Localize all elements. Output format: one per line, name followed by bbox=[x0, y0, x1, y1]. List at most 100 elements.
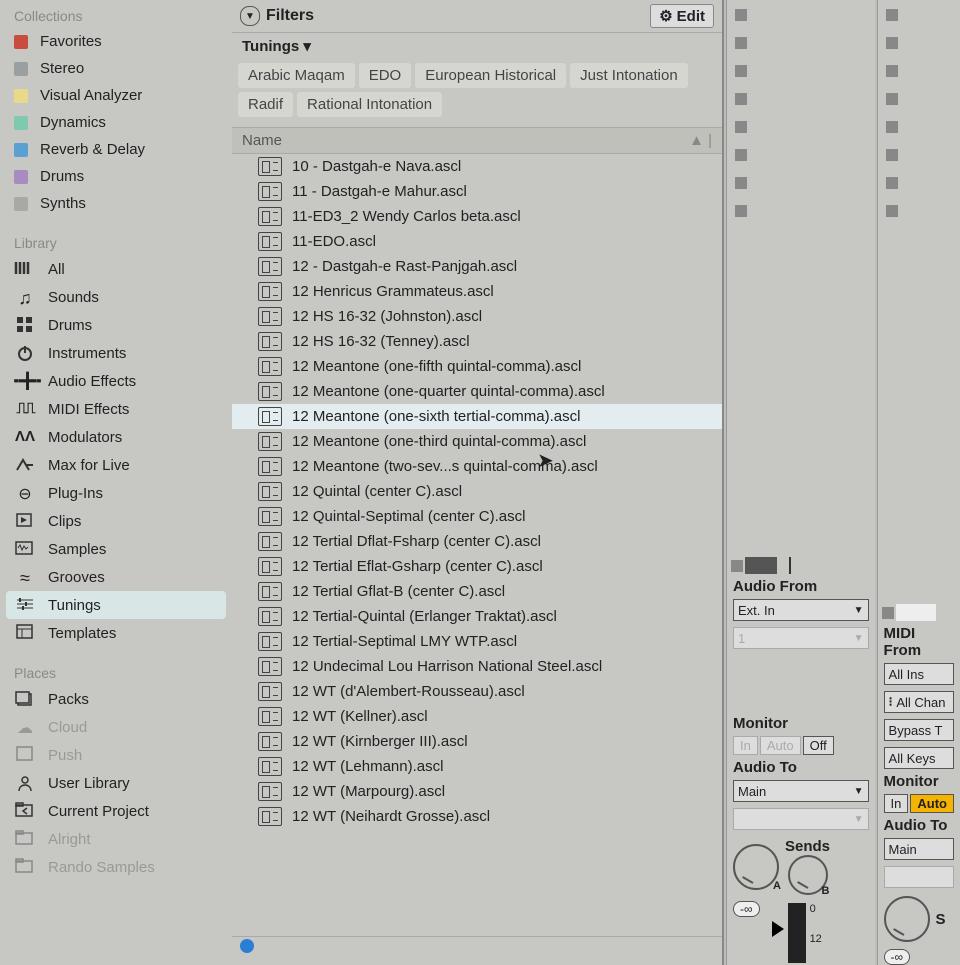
list-item[interactable]: 12 WT (Lehmann).ascl bbox=[232, 754, 722, 779]
audio-from-select[interactable]: Ext. In▼ bbox=[733, 599, 869, 621]
library-item-instruments[interactable]: Instruments bbox=[0, 339, 232, 367]
list-item[interactable]: 12 Meantone (one-sixth tertial-comma).as… bbox=[232, 404, 722, 429]
place-item[interactable]: Current Project bbox=[0, 797, 232, 825]
send-a-knob[interactable] bbox=[884, 896, 930, 942]
collection-item[interactable]: Visual Analyzer bbox=[0, 82, 232, 109]
collection-item[interactable]: Reverb & Delay bbox=[0, 136, 232, 163]
list-item[interactable]: 12 Henricus Grammateus.ascl bbox=[232, 279, 722, 304]
filter-tag[interactable]: Radif bbox=[238, 92, 293, 117]
list-item[interactable]: 12 Undecimal Lou Harrison National Steel… bbox=[232, 654, 722, 679]
list-item[interactable]: 12 Quintal-Septimal (center C).ascl bbox=[232, 504, 722, 529]
collection-item[interactable]: Stereo bbox=[0, 55, 232, 82]
list-item[interactable]: 10 - Dastgah-e Nava.ascl bbox=[232, 154, 722, 179]
list-item[interactable]: 11 - Dastgah-e Mahur.ascl bbox=[232, 179, 722, 204]
clip-slot[interactable] bbox=[882, 113, 956, 140]
filter-tag[interactable]: European Historical bbox=[415, 63, 566, 88]
list-item[interactable]: 12 Meantone (one-third quintal-comma).as… bbox=[232, 429, 722, 454]
filter-tag[interactable]: EDO bbox=[359, 63, 412, 88]
filter-tag[interactable]: Arabic Maqam bbox=[238, 63, 355, 88]
monitor-off[interactable]: Off bbox=[803, 736, 834, 755]
library-item-max for live[interactable]: Max for Live bbox=[0, 451, 232, 479]
monitor-auto[interactable]: Auto bbox=[760, 736, 801, 755]
midi-channel-select[interactable]: ⁝ All Chan bbox=[884, 691, 954, 713]
library-item-grooves[interactable]: ≈Grooves bbox=[0, 563, 232, 591]
monitor-auto[interactable]: Auto bbox=[910, 794, 954, 813]
list-item[interactable]: 12 WT (Neihardt Grosse).ascl bbox=[232, 804, 722, 829]
stop-icon[interactable] bbox=[882, 607, 894, 619]
list-item[interactable]: 12 Quintal (center C).ascl bbox=[232, 479, 722, 504]
list-item[interactable]: 12 WT (Kellner).ascl bbox=[232, 704, 722, 729]
midi-from-select[interactable]: All Ins bbox=[884, 663, 954, 685]
edit-button[interactable]: ⚙ Edit bbox=[650, 4, 714, 28]
clip-slot[interactable] bbox=[882, 197, 956, 224]
clip-slot[interactable] bbox=[731, 169, 871, 196]
library-item-samples[interactable]: Samples bbox=[0, 535, 232, 563]
library-item-all[interactable]: All bbox=[0, 255, 232, 283]
list-item[interactable]: 11-ED3_2 Wendy Carlos beta.ascl bbox=[232, 204, 722, 229]
library-item-drums[interactable]: Drums bbox=[0, 311, 232, 339]
list-item[interactable]: 12 Meantone (one-fifth quintal-comma).as… bbox=[232, 354, 722, 379]
send-b-knob[interactable]: B bbox=[788, 855, 828, 895]
filter-tag[interactable]: Just Intonation bbox=[570, 63, 688, 88]
clip-slot[interactable] bbox=[882, 57, 956, 84]
list-item[interactable]: 12 Tertial Eflat-Gsharp (center C).ascl bbox=[232, 554, 722, 579]
audio-to-sub[interactable] bbox=[884, 866, 954, 888]
list-item[interactable]: 12 Tertial Dflat-Fsharp (center C).ascl bbox=[232, 529, 722, 554]
library-item-templates[interactable]: Templates bbox=[0, 619, 232, 647]
clip-slot[interactable] bbox=[882, 141, 956, 168]
place-item[interactable]: User Library bbox=[0, 769, 232, 797]
list-item[interactable]: 12 HS 16-32 (Johnston).ascl bbox=[232, 304, 722, 329]
list-item[interactable]: 12 WT (Kirnberger III).ascl bbox=[232, 729, 722, 754]
place-item[interactable]: ☁Cloud bbox=[0, 713, 232, 741]
column-header[interactable]: Name ▲ | bbox=[232, 127, 722, 154]
clip-slot[interactable] bbox=[731, 57, 871, 84]
library-item-tunings[interactable]: Tunings bbox=[6, 591, 226, 619]
clip-slot[interactable] bbox=[731, 1, 871, 28]
bypass-select[interactable]: Bypass T bbox=[884, 719, 954, 741]
list-item[interactable]: 12 WT (Marpourg).ascl bbox=[232, 779, 722, 804]
library-item-audio effects[interactable]: ╍╋╍Audio Effects bbox=[0, 367, 232, 395]
library-item-plug-ins[interactable]: ⊖Plug-Ins bbox=[0, 479, 232, 507]
collection-item[interactable]: Drums bbox=[0, 163, 232, 190]
clip-slot[interactable] bbox=[731, 85, 871, 112]
audio-channel-select[interactable]: 1▼ bbox=[733, 627, 869, 649]
library-item-modulators[interactable]: ΛΛModulators bbox=[0, 423, 232, 451]
place-item[interactable]: Push bbox=[0, 741, 232, 769]
library-item-clips[interactable]: Clips bbox=[0, 507, 232, 535]
clip-slot[interactable] bbox=[731, 141, 871, 168]
place-item[interactable]: Alright bbox=[0, 825, 232, 853]
clip-slot[interactable] bbox=[882, 29, 956, 56]
clip-slot[interactable] bbox=[731, 29, 871, 56]
place-item[interactable]: Rando Samples bbox=[0, 853, 232, 881]
audio-to-select[interactable]: Main bbox=[884, 838, 954, 860]
volume-fader[interactable]: 0 12 bbox=[766, 901, 828, 965]
filters-toggle-icon[interactable]: ▼ bbox=[240, 6, 260, 26]
clip-slot[interactable] bbox=[882, 169, 956, 196]
list-item[interactable]: 12 Tertial-Septimal LMY WTP.ascl bbox=[232, 629, 722, 654]
list-item[interactable]: 12 HS 16-32 (Tenney).ascl bbox=[232, 329, 722, 354]
filter-category[interactable]: Tunings ▾ bbox=[232, 33, 722, 59]
library-item-sounds[interactable]: ♫Sounds bbox=[0, 283, 232, 311]
monitor-in[interactable]: In bbox=[733, 736, 758, 755]
list-item[interactable]: 12 Meantone (two-sev...s quintal-comma).… bbox=[232, 454, 722, 479]
audio-to-sub[interactable]: ▼ bbox=[733, 808, 869, 830]
list-item[interactable]: 11-EDO.ascl bbox=[232, 229, 722, 254]
clip-slot[interactable] bbox=[882, 85, 956, 112]
list-item[interactable]: 12 Meantone (one-quarter quintal-comma).… bbox=[232, 379, 722, 404]
clip-slot[interactable] bbox=[731, 113, 871, 140]
filter-tag[interactable]: Rational Intonation bbox=[297, 92, 442, 117]
library-item-midi effects[interactable]: ⎍⎍MIDI Effects bbox=[0, 395, 232, 423]
collection-item[interactable]: Synths bbox=[0, 190, 232, 217]
stop-icon[interactable] bbox=[731, 560, 743, 572]
list-item[interactable]: 12 Tertial-Quintal (Erlanger Traktat).as… bbox=[232, 604, 722, 629]
send-a-knob[interactable]: A bbox=[733, 844, 779, 890]
clip-slot[interactable] bbox=[882, 1, 956, 28]
audio-to-select[interactable]: Main▼ bbox=[733, 780, 869, 802]
status-dot-icon[interactable] bbox=[240, 939, 254, 953]
place-item[interactable]: Packs bbox=[0, 685, 232, 713]
list-item[interactable]: 12 Tertial Gflat-B (center C).ascl bbox=[232, 579, 722, 604]
collection-item[interactable]: Favorites bbox=[0, 28, 232, 55]
collection-item[interactable]: Dynamics bbox=[0, 109, 232, 136]
monitor-in[interactable]: In bbox=[884, 794, 909, 813]
clip-slot[interactable] bbox=[731, 197, 871, 224]
